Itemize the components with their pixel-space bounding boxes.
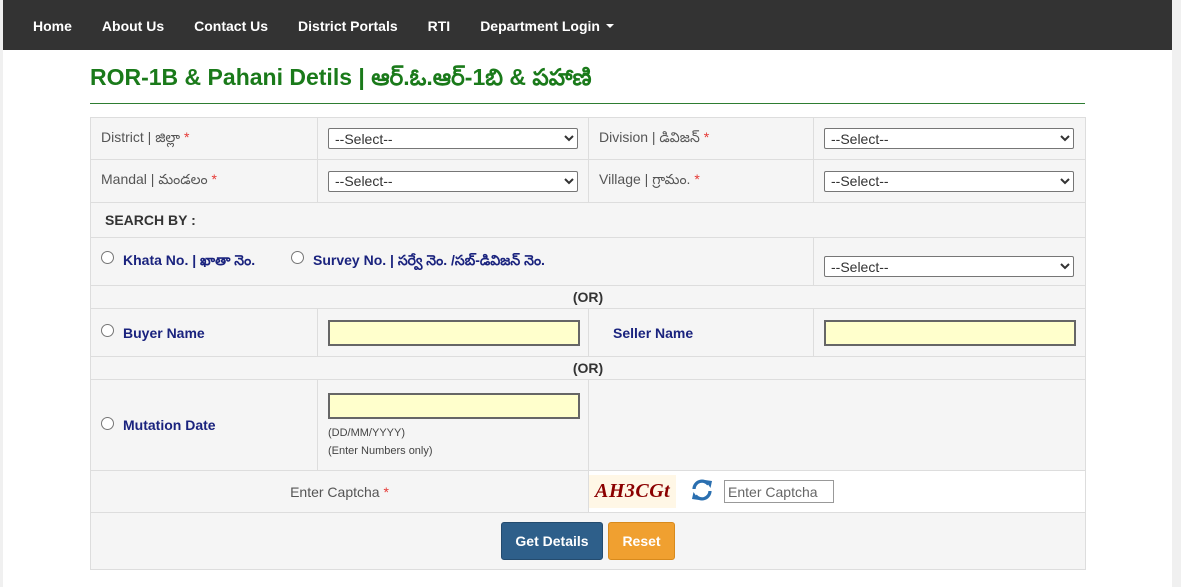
district-select-cell: --Select-- xyxy=(317,117,589,160)
division-label-cell: Division | డివిజన్ * xyxy=(588,117,814,160)
required-mark: * xyxy=(703,128,710,145)
refresh-icon[interactable] xyxy=(690,478,714,505)
division-select[interactable]: --Select-- xyxy=(824,128,1074,149)
required-mark: * xyxy=(183,128,190,145)
village-select-cell: --Select-- xyxy=(813,159,1086,203)
seller-name-input[interactable] xyxy=(824,319,1076,346)
page-title: ROR-1B & Pahani Detils | ఆర్.ఓ.ఆర్-1బి &… xyxy=(90,64,1085,104)
buyer-name-input[interactable] xyxy=(328,319,580,346)
reset-button[interactable]: Reset xyxy=(608,522,675,560)
seller-label-cell: Seller Name xyxy=(588,308,814,357)
or-divider: (OR) xyxy=(90,356,1086,380)
seller-label: Seller Name xyxy=(613,324,694,341)
mandal-select[interactable]: --Select-- xyxy=(328,170,578,192)
buyer-input-cell xyxy=(317,308,589,357)
mutation-date-input[interactable] xyxy=(328,393,580,419)
mandal-label: Mandal | మండలం xyxy=(101,171,212,187)
district-select[interactable]: --Select-- xyxy=(328,128,578,149)
khata-radio[interactable] xyxy=(101,251,114,265)
nav-about-us[interactable]: About Us xyxy=(87,0,179,50)
buyer-radio[interactable] xyxy=(101,324,114,338)
required-mark: * xyxy=(694,171,700,187)
mandal-label-cell: Mandal | మండలం * xyxy=(90,159,318,203)
mutation-input-cell: (DD/MM/YYYY) (Enter Numbers only) xyxy=(317,379,589,471)
nav-home[interactable]: Home xyxy=(3,0,87,50)
captcha-label-cell: Enter Captcha * xyxy=(90,470,589,513)
mutation-label-cell: Mutation Date xyxy=(90,379,318,471)
search-by-heading: SEARCH BY : xyxy=(90,202,1086,238)
date-format-hint: (DD/MM/YYYY) xyxy=(328,427,405,439)
or-divider: (OR) xyxy=(90,285,1086,309)
buyer-label: Buyer Name xyxy=(123,324,205,341)
captcha-input[interactable] xyxy=(724,480,835,503)
village-label: Village | గ్రామం. xyxy=(599,171,695,187)
district-label: District | జిల్లా xyxy=(101,128,184,145)
empty-cell xyxy=(588,379,1086,471)
caret-down-icon xyxy=(605,24,614,29)
captcha-cell: AH3CGt xyxy=(588,470,1086,513)
village-select[interactable]: --Select-- xyxy=(824,170,1074,192)
navbar: Home About Us Contact Us District Portal… xyxy=(3,0,1172,50)
survey-select[interactable]: --Select-- xyxy=(824,256,1074,277)
required-mark: * xyxy=(211,171,217,187)
khata-survey-cell: Khata No. | ఖాతా నెం. Survey No. | సర్వే… xyxy=(90,237,814,286)
nav-contact-us[interactable]: Contact Us xyxy=(179,0,283,50)
survey-label: Survey No. | సర్వే నెం. /సబ్-డివిజన్ నెం… xyxy=(313,251,545,268)
required-mark: * xyxy=(383,483,389,500)
survey-select-cell: --Select-- xyxy=(813,237,1086,286)
main-content: ROR-1B & Pahani Detils | ఆర్.ఓ.ఆర్-1బి &… xyxy=(3,50,1172,587)
seller-input-cell xyxy=(813,308,1086,357)
get-details-button[interactable]: Get Details xyxy=(501,522,603,560)
mutation-label: Mutation Date xyxy=(123,417,216,433)
district-label-cell: District | జిల్లా * xyxy=(90,117,318,160)
division-label: Division | డివిజన్ xyxy=(599,128,704,145)
numbers-only-hint: (Enter Numbers only) xyxy=(328,445,433,457)
mandal-select-cell: --Select-- xyxy=(317,159,589,203)
nav-department-login[interactable]: Department Login xyxy=(465,0,629,50)
nav-rti[interactable]: RTI xyxy=(413,0,466,50)
khata-label: Khata No. | ఖాతా నెం. xyxy=(123,251,256,268)
actions-cell: Get Details Reset xyxy=(90,512,1086,570)
nav-district-portals[interactable]: District Portals xyxy=(283,0,413,50)
division-select-cell: --Select-- xyxy=(813,117,1086,160)
survey-radio[interactable] xyxy=(291,251,305,265)
captcha-label: Enter Captcha xyxy=(290,483,384,500)
search-form: District | జిల్లా * --Select-- Division … xyxy=(90,117,1086,570)
village-label-cell: Village | గ్రామం. * xyxy=(588,159,814,203)
buyer-label-cell: Buyer Name xyxy=(90,308,318,357)
captcha-image: AH3CGt xyxy=(589,475,677,508)
mutation-radio[interactable] xyxy=(101,416,114,430)
nav-department-login-label: Department Login xyxy=(480,18,600,34)
